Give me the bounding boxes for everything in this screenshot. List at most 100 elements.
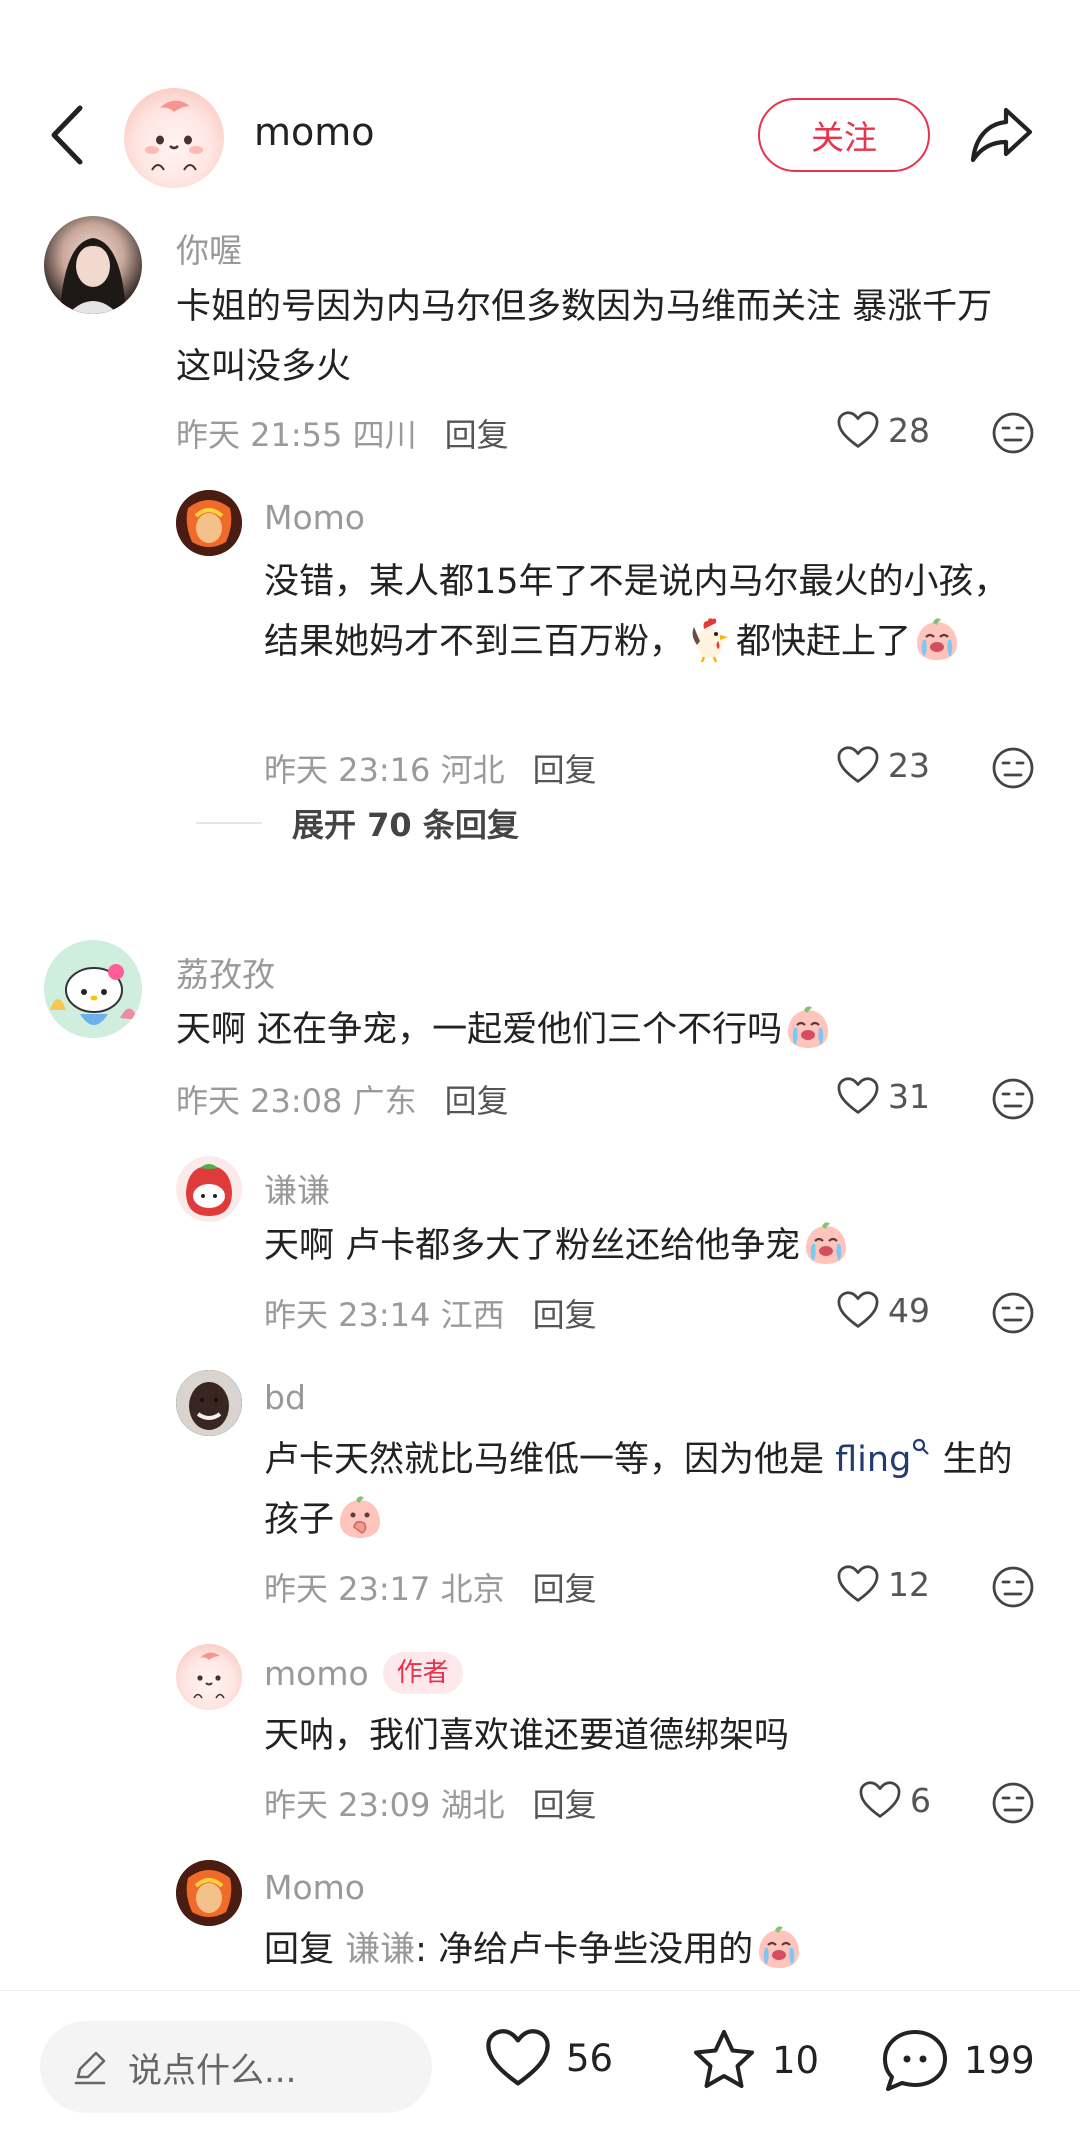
user-avatar[interactable] (176, 1644, 242, 1710)
comment-like-button[interactable]: 49 (836, 1290, 930, 1330)
reply-button[interactable]: 回复 (445, 416, 509, 454)
comment-meta: 昨天 21:55 四川 回复 (176, 410, 509, 456)
comment-text-part: 卢卡天然就比马维低一等，因为他是 (264, 1440, 836, 1480)
pencil-icon (74, 2051, 106, 2085)
user-photo-icon (60, 238, 126, 314)
comment-text-part: : 净给卢卡争些没用的 (415, 1930, 754, 1970)
comment-bubble-icon (883, 2030, 947, 2091)
comment-count: 199 (964, 2038, 1035, 2082)
author-badge: 作者 (382, 1652, 463, 1694)
comment-meta: 昨天 23:08 广东 回复 (176, 1076, 509, 1122)
hello-kitty-icon (44, 940, 142, 1038)
share-icon[interactable] (968, 104, 1034, 166)
comment-username[interactable]: 谦谦 (264, 1164, 330, 1212)
rooster-emoji-icon (692, 618, 729, 663)
reply-button[interactable]: 回复 (533, 1296, 597, 1334)
favorite-count: 10 (772, 2038, 820, 2082)
user-avatar[interactable] (176, 1370, 242, 1436)
reply-button[interactable]: 回复 (445, 1082, 509, 1120)
user-photo-icon (176, 490, 242, 556)
post-header: momo 关注 (0, 60, 1080, 210)
dislike-face-icon[interactable] (990, 1564, 1036, 1610)
comment-input-placeholder: 说点什么... (128, 2050, 297, 2091)
reply-button[interactable]: 回复 (533, 1786, 597, 1824)
heart-icon (836, 1564, 880, 1604)
author-avatar[interactable] (124, 88, 224, 188)
reply-to-username[interactable]: 谦谦 (345, 1930, 415, 1970)
search-link[interactable]: fling (835, 1438, 931, 1480)
search-link-text: fling (835, 1440, 912, 1480)
crying-peach-emoji-icon (913, 615, 961, 663)
comment-meta: 昨天 23:14 江西 回复 (264, 1290, 597, 1336)
search-icon (913, 1438, 930, 1455)
comment-like-count: 28 (888, 410, 930, 450)
comment-meta: 昨天 23:16 河北 回复 (264, 745, 597, 791)
comment-time-location: 昨天 21:55 四川 (176, 416, 417, 454)
comment-like-count: 49 (888, 1290, 930, 1330)
comment-input[interactable]: 说点什么... (40, 2021, 432, 2113)
comment-time-location: 昨天 23:17 北京 (264, 1570, 505, 1608)
comment-time-location: 昨天 23:16 河北 (264, 751, 505, 789)
expand-replies-button[interactable]: 展开 70 条回复 (196, 800, 519, 846)
dislike-face-icon[interactable] (990, 410, 1036, 456)
bottom-action-bar: 说点什么... 56 10 199 (0, 1990, 1080, 2136)
peach-character-icon (193, 1652, 225, 1699)
comment-username[interactable]: 你喔 (176, 224, 242, 272)
heart-icon (836, 1076, 880, 1116)
user-avatar[interactable] (176, 1156, 242, 1222)
like-post-button[interactable]: 56 (484, 2027, 613, 2089)
comment-text-part: 天啊 还在争宠，一起爱他们三个不行吗 (176, 1010, 783, 1050)
star-icon (694, 2030, 754, 2088)
user-avatar[interactable] (176, 1860, 242, 1926)
comment-like-button[interactable]: 31 (836, 1076, 930, 1116)
heart-icon (858, 1780, 902, 1820)
user-avatar[interactable] (176, 490, 242, 556)
author-name[interactable]: momo (254, 110, 375, 154)
strawberry-kitty-icon (176, 1156, 242, 1222)
comment-like-count: 6 (910, 1780, 931, 1820)
thinking-peach-emoji-icon (340, 1496, 381, 1538)
dislike-face-icon[interactable] (990, 1076, 1036, 1122)
favorite-button[interactable]: 10 (690, 2027, 819, 2093)
comment-text: 天啊 卢卡都多大了粉丝还给他争宠 (264, 1216, 1024, 1276)
heart-icon (836, 1290, 880, 1330)
comment-like-count: 12 (888, 1564, 930, 1604)
user-avatar[interactable] (44, 940, 142, 1038)
comment-like-button[interactable]: 28 (836, 410, 930, 450)
follow-button[interactable]: 关注 (758, 98, 930, 172)
comment-like-button[interactable]: 23 (836, 745, 930, 785)
crying-peach-emoji-icon (755, 1923, 803, 1971)
comment-text: 没错，某人都15年了不是说内马尔最火的小孩，结果她妈才不到三百万粉， 都快赶上了 (264, 552, 1024, 672)
dislike-face-icon[interactable] (990, 745, 1036, 791)
comment-text: 卡姐的号因为内马尔但多数因为马维而关注 暴涨千万 这叫没多火 (176, 287, 993, 387)
comment-username[interactable]: Momo (264, 498, 365, 537)
comment-like-button[interactable]: 6 (858, 1780, 931, 1820)
divider-line (196, 822, 262, 824)
comment-count-button[interactable]: 199 (880, 2027, 1035, 2093)
reply-button[interactable]: 回复 (533, 751, 597, 789)
dislike-face-icon[interactable] (990, 1780, 1036, 1826)
comment-time-location: 昨天 23:08 广东 (176, 1082, 417, 1120)
comment-time-location: 昨天 23:09 湖北 (264, 1786, 505, 1824)
comment-username[interactable]: bd (264, 1378, 306, 1417)
dislike-face-icon[interactable] (990, 1290, 1036, 1336)
expand-replies-label: 展开 70 条回复 (292, 806, 519, 844)
comment-username[interactable]: 荔孜孜 (176, 948, 275, 996)
comment-username[interactable]: Momo (264, 1868, 365, 1907)
heart-icon (486, 2029, 550, 2086)
crying-peach-emoji-icon (784, 1003, 832, 1051)
back-arrow-icon[interactable] (44, 102, 90, 168)
comment-username-text[interactable]: momo (264, 1654, 369, 1693)
comment-meta: 昨天 23:09 湖北 回复 (264, 1780, 597, 1826)
comment-time-location: 昨天 23:14 江西 (264, 1296, 505, 1334)
comment-text-part: 都快赶上了 (736, 622, 912, 662)
comment-like-button[interactable]: 12 (836, 1564, 930, 1604)
reply-button[interactable]: 回复 (533, 1570, 597, 1608)
heart-icon (836, 410, 880, 450)
comment-like-count: 31 (888, 1076, 930, 1116)
user-photo-icon (176, 1860, 242, 1926)
comment-text-part: 天啊 卢卡都多大了粉丝还给他争宠 (264, 1226, 801, 1266)
comment-like-count: 23 (888, 745, 930, 785)
user-avatar[interactable] (44, 216, 142, 314)
comment-text: 天啊 还在争宠，一起爱他们三个不行吗 (176, 1000, 1036, 1060)
